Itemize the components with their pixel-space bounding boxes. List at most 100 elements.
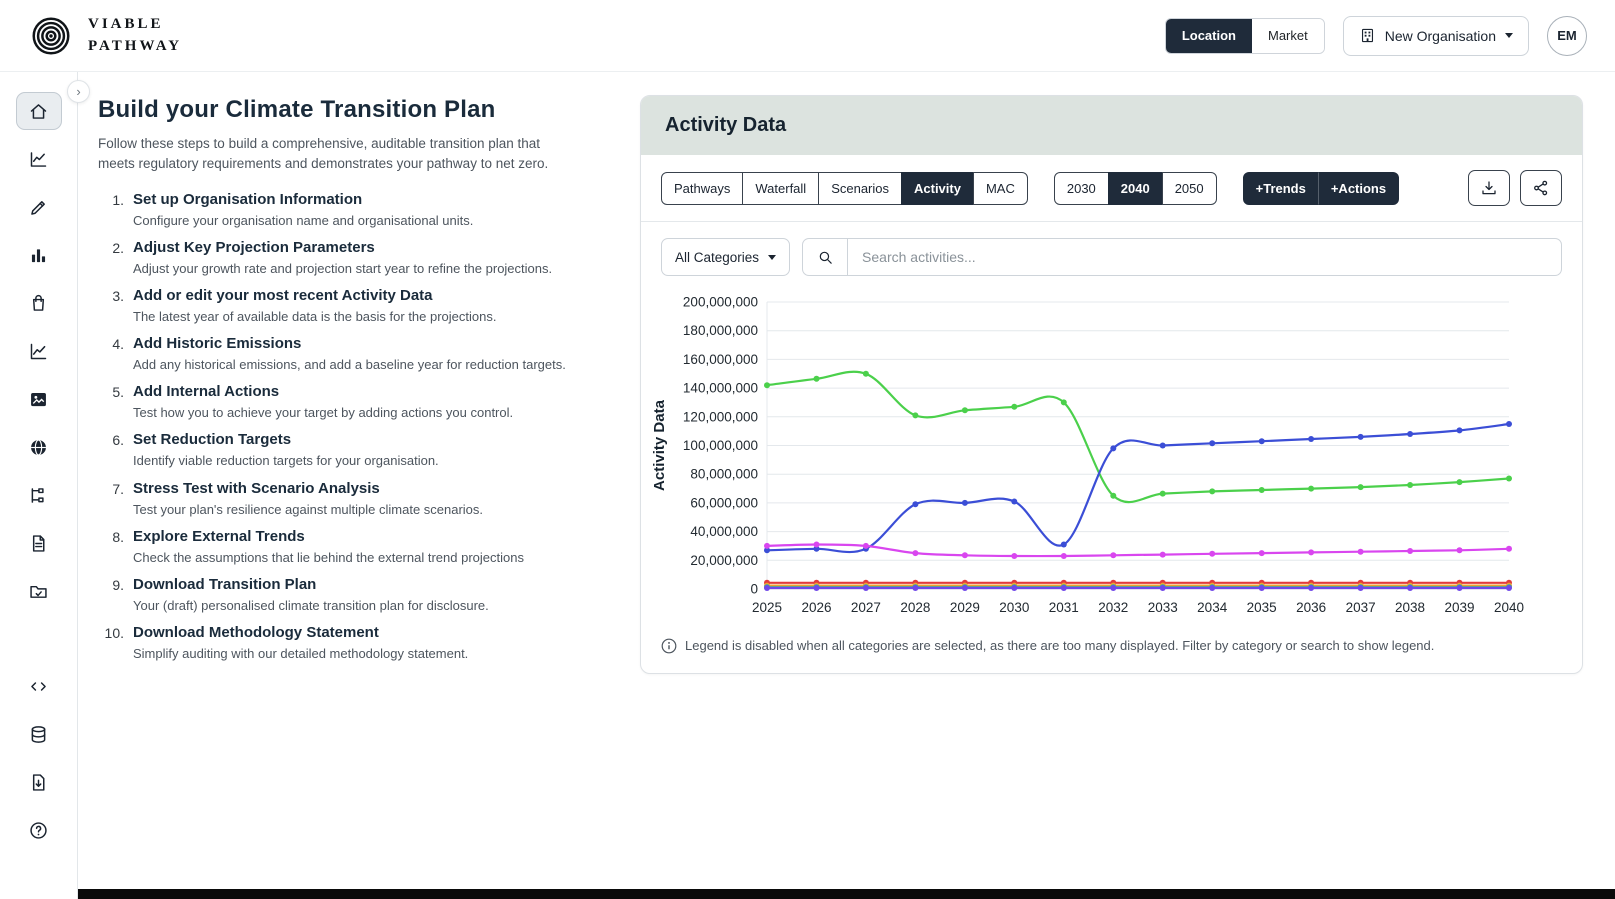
sidebar-item-edit[interactable] (16, 188, 62, 226)
actions-toggle-button[interactable]: +Actions (1317, 171, 1400, 205)
step-number: 1. (112, 191, 124, 208)
tab-scenarios[interactable]: Scenarios (818, 171, 902, 205)
organisation-label: New Organisation (1384, 27, 1496, 44)
search-input[interactable] (848, 238, 1562, 276)
step-title: Add or edit your most recent Activity Da… (133, 286, 433, 304)
sidebar-item-global[interactable] (16, 428, 62, 466)
download-icon (1482, 181, 1496, 195)
svg-text:20,000,000: 20,000,000 (690, 553, 758, 568)
download-button[interactable] (1468, 170, 1510, 206)
brand-logo-icon (32, 17, 70, 54)
brand-name: VIABLE PATHWAY (88, 14, 182, 58)
tab-2040[interactable]: 2040 (1107, 171, 1163, 205)
brand-line2: PATHWAY (88, 37, 183, 54)
code-icon (31, 681, 46, 691)
steps-panel: Build your Climate Transition Plan Follo… (98, 96, 570, 672)
search-icon (819, 251, 832, 264)
sidebar-item-bar-charts[interactable] (16, 236, 62, 274)
svg-text:2038: 2038 (1395, 600, 1425, 615)
svg-text:2040: 2040 (1494, 600, 1524, 615)
step-title: Set up Organisation Information (133, 190, 363, 208)
tab-pathways[interactable]: Pathways (661, 171, 744, 205)
sidebar-bottom-group (16, 667, 62, 849)
step-title: Adjust Key Projection Parameters (133, 238, 375, 256)
category-dropdown[interactable]: All Categories (661, 238, 791, 276)
step-number: 9. (112, 577, 124, 593)
toolbar-icon-buttons (1468, 170, 1562, 206)
sidebar-item-home[interactable] (15, 92, 62, 130)
sidebar-item-media[interactable] (16, 380, 62, 418)
area-chart-icon (30, 343, 47, 359)
step-number: 4. (112, 336, 124, 353)
step-item: 4. Add Historic Emissions Add any historic… (98, 335, 570, 374)
svg-text:40,000,000: 40,000,000 (690, 524, 758, 539)
step-desc: Your (draft) personalised climate transi… (133, 598, 489, 613)
tab-activity[interactable]: Activity (901, 171, 974, 205)
svg-text:2025: 2025 (752, 600, 782, 615)
legend-footnote: Legend is disabled when all categories a… (641, 627, 1582, 673)
sidebar-item-data[interactable] (16, 715, 62, 753)
home-icon (30, 103, 47, 119)
help-icon (30, 821, 47, 839)
sidebar (0, 72, 78, 899)
card-title: Activity Data (665, 114, 787, 136)
tab-2030[interactable]: 2030 (1053, 171, 1109, 205)
avatar[interactable]: EM (1547, 15, 1587, 56)
tab-mac[interactable]: MAC (972, 171, 1028, 205)
step-number: 5. (112, 384, 124, 401)
activity-chart: 0 20,000,000 40,000,000 60,000,000 80,000,00… (651, 295, 1524, 616)
step-list: 1. Set up Organisation Information Configu… (98, 191, 570, 664)
trends-toggle-button[interactable]: +Trends (1242, 171, 1319, 205)
svg-text:180,000,000: 180,000,000 (683, 323, 758, 338)
step-title: Explore External Trends (133, 527, 305, 545)
year-tab-group: 2030 2040 2050 (1053, 171, 1217, 205)
file-download-icon (32, 773, 45, 791)
sidebar-item-categories[interactable] (16, 572, 62, 610)
shopping-bag-icon (32, 294, 45, 311)
step-desc: Add any historical emissions, and add a … (133, 357, 566, 373)
document-icon (32, 534, 45, 552)
step-title: Add Internal Actions (133, 383, 280, 401)
sidebar-item-developer[interactable] (16, 667, 62, 705)
search-icon-box (802, 238, 849, 276)
sidebar-item-analytics[interactable] (16, 332, 62, 370)
svg-text:2029: 2029 (950, 600, 980, 615)
svg-text:140,000,000: 140,000,000 (683, 381, 758, 396)
activity-data-card: Activity Data Pathways Waterfall Scenari… (640, 95, 1583, 675)
svg-text:2028: 2028 (900, 600, 930, 615)
sidebar-expand-button[interactable]: › (67, 80, 90, 103)
share-button[interactable] (1520, 170, 1562, 206)
sidebar-item-export[interactable] (16, 763, 62, 801)
step-number: 3. (112, 287, 124, 304)
step-item: 1. Set up Organisation Information Configu… (98, 191, 570, 230)
svg-text:2036: 2036 (1296, 600, 1326, 615)
step-number: 6. (112, 432, 124, 449)
tab-waterfall[interactable]: Waterfall (742, 171, 820, 205)
sidebar-item-help[interactable] (16, 811, 62, 849)
step-title: Add Historic Emissions (133, 335, 302, 353)
brand: VIABLE PATHWAY (28, 13, 182, 59)
flow-icon (31, 487, 44, 503)
step-desc: Configure your organisation name and org… (133, 212, 474, 228)
chart-area: 0 20,000,000 40,000,000 60,000,000 80,000,00… (641, 284, 1582, 627)
sidebar-item-structure[interactable] (16, 476, 62, 514)
svg-text:80,000,000: 80,000,000 (690, 467, 758, 482)
bar-chart-icon (31, 248, 46, 262)
svg-text:Activity Data: Activity Data (651, 399, 668, 491)
sidebar-item-documents[interactable] (16, 524, 62, 562)
legend-footnote-text: Legend is disabled when all categories a… (685, 638, 1435, 653)
svg-text:2031: 2031 (1049, 600, 1079, 615)
sidebar-item-activity[interactable] (16, 284, 62, 322)
sidebar-item-projections[interactable] (16, 140, 62, 178)
step-item: 10. Download Methodology Statement Simplif… (98, 624, 570, 663)
folder-check-icon (30, 585, 47, 598)
svg-text:0: 0 (750, 582, 758, 597)
market-toggle-button[interactable]: Market (1251, 18, 1324, 53)
location-toggle-button[interactable]: Location (1165, 18, 1252, 53)
tab-2050[interactable]: 2050 (1161, 171, 1217, 205)
step-title: Set Reduction Targets (133, 431, 292, 449)
organisation-dropdown[interactable]: New Organisation (1342, 15, 1529, 56)
page-title: Build your Climate Transition Plan (98, 96, 496, 123)
line-chart-icon (30, 151, 47, 167)
category-dropdown-label: All Categories (675, 249, 760, 265)
